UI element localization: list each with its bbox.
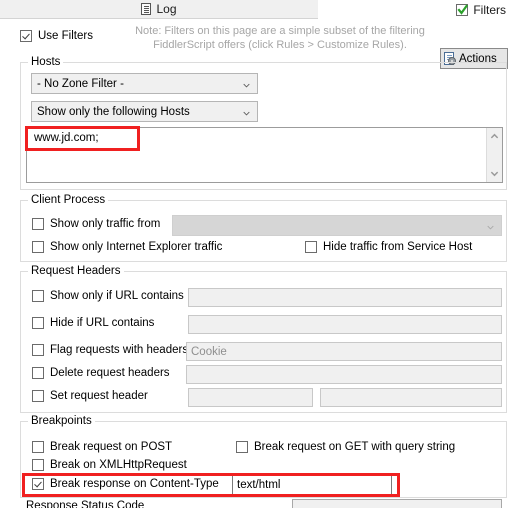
show-only-url-contains-checkbox[interactable] xyxy=(32,290,44,302)
green-check-icon[interactable] xyxy=(456,3,469,16)
break-request-on-post-label: Break request on POST xyxy=(50,441,173,453)
filters-note-line1: Note: Filters on this page are a simple … xyxy=(135,25,425,37)
set-request-header-name-input[interactable] xyxy=(188,388,313,407)
show-only-url-contains-row[interactable]: Show only if URL contains xyxy=(32,290,184,302)
hide-service-host-row[interactable]: Hide traffic from Service Host xyxy=(305,241,472,253)
hide-if-url-contains-label: Hide if URL contains xyxy=(50,317,155,329)
flag-requests-with-headers-checkbox[interactable] xyxy=(32,344,44,356)
break-request-on-get-checkbox[interactable] xyxy=(236,441,248,453)
filters-note-line2: FiddlerScript offers (click Rules > Cust… xyxy=(153,39,407,51)
response-status-code-input[interactable] xyxy=(292,499,502,508)
show-only-ie-traffic-row[interactable]: Show only Internet Explorer traffic xyxy=(32,241,222,253)
tab-filters[interactable]: Filters xyxy=(318,0,513,19)
hide-if-url-contains-checkbox[interactable] xyxy=(32,317,44,329)
break-response-on-content-type-label: Break response on Content-Type xyxy=(50,478,219,490)
host-mode-select[interactable]: Show only the following Hosts xyxy=(31,101,258,122)
show-only-traffic-from-row[interactable]: Show only traffic from xyxy=(32,218,160,230)
break-request-on-get-row[interactable]: Break request on GET with query string xyxy=(236,441,455,453)
show-only-url-contains-input[interactable] xyxy=(188,288,502,307)
set-request-header-checkbox[interactable] xyxy=(32,390,44,402)
use-filters-label: Use Filters xyxy=(38,30,93,42)
break-on-xhr-checkbox[interactable] xyxy=(32,459,44,471)
break-response-on-content-type-row[interactable]: Break response on Content-Type xyxy=(32,478,219,490)
hide-service-host-label: Hide traffic from Service Host xyxy=(323,241,473,253)
flag-requests-with-headers-input[interactable]: Cookie xyxy=(186,342,502,361)
chevron-down-icon xyxy=(487,225,494,230)
show-only-traffic-from-checkbox[interactable] xyxy=(32,218,44,230)
set-request-header-row[interactable]: Set request header xyxy=(32,390,148,402)
flag-requests-with-headers-row[interactable]: Flag requests with headers xyxy=(32,344,188,356)
request-headers-group-title: Request Headers xyxy=(28,265,124,277)
use-filters-checkbox-row[interactable]: Use Filters xyxy=(20,30,93,42)
tab-log-label: Log xyxy=(156,2,177,16)
response-status-code-group-title: Response Status Code xyxy=(26,500,145,508)
delete-request-headers-label: Delete request headers xyxy=(50,367,170,379)
hide-if-url-contains-row[interactable]: Hide if URL contains xyxy=(32,317,154,329)
break-content-type-input[interactable]: text/html xyxy=(232,475,392,495)
flag-requests-with-headers-value: Cookie xyxy=(191,345,227,358)
set-request-header-value-input[interactable] xyxy=(320,388,502,407)
tab-log[interactable]: Log xyxy=(0,0,319,19)
hide-service-host-checkbox[interactable] xyxy=(305,241,317,253)
client-process-group-title: Client Process xyxy=(28,194,109,206)
break-on-xhr-row[interactable]: Break on XMLHttpRequest xyxy=(32,459,187,471)
tab-filters-label: Filters xyxy=(473,2,506,17)
break-on-xhr-label: Break on XMLHttpRequest xyxy=(50,459,187,471)
break-request-on-post-row[interactable]: Break request on POST xyxy=(32,441,172,453)
zone-filter-value: - No Zone Filter - xyxy=(37,77,124,90)
break-content-type-value: text/html xyxy=(237,479,281,491)
chevron-down-icon xyxy=(243,111,250,116)
filters-note: Note: Filters on this page are a simple … xyxy=(132,24,428,52)
flag-requests-with-headers-label: Flag requests with headers xyxy=(50,344,189,356)
zone-filter-select[interactable]: - No Zone Filter - xyxy=(31,73,258,94)
host-list-textarea[interactable]: www.jd.com; xyxy=(26,127,503,183)
client-process-select xyxy=(172,215,502,236)
show-only-ie-traffic-label: Show only Internet Explorer traffic xyxy=(50,241,223,253)
hide-if-url-contains-input[interactable] xyxy=(188,315,502,334)
host-list-scrollbar[interactable] xyxy=(486,128,502,182)
breakpoints-group-title: Breakpoints xyxy=(28,415,95,427)
break-response-on-content-type-checkbox[interactable] xyxy=(32,478,44,490)
show-only-traffic-from-label: Show only traffic from xyxy=(50,218,161,230)
delete-request-headers-input[interactable] xyxy=(186,365,502,384)
filters-header-row: Use Filters Note: Filters on this page a… xyxy=(0,19,513,69)
chevron-down-icon[interactable] xyxy=(490,169,499,178)
hosts-group-title: Hosts xyxy=(28,56,64,68)
chevron-down-icon xyxy=(243,83,250,88)
tab-strip: Log Filters xyxy=(0,0,513,19)
use-filters-checkbox[interactable] xyxy=(20,30,32,42)
chevron-up-icon[interactable] xyxy=(490,132,499,141)
delete-request-headers-row[interactable]: Delete request headers xyxy=(32,367,170,379)
host-list-value: www.jd.com; xyxy=(34,132,99,144)
set-request-header-label: Set request header xyxy=(50,390,148,402)
log-document-icon xyxy=(141,3,152,15)
break-request-on-post-checkbox[interactable] xyxy=(32,441,44,453)
host-mode-value: Show only the following Hosts xyxy=(37,105,190,118)
delete-request-headers-checkbox[interactable] xyxy=(32,367,44,379)
show-only-ie-traffic-checkbox[interactable] xyxy=(32,241,44,253)
show-only-url-contains-label: Show only if URL contains xyxy=(50,290,184,302)
break-request-on-get-label: Break request on GET with query string xyxy=(254,441,456,453)
